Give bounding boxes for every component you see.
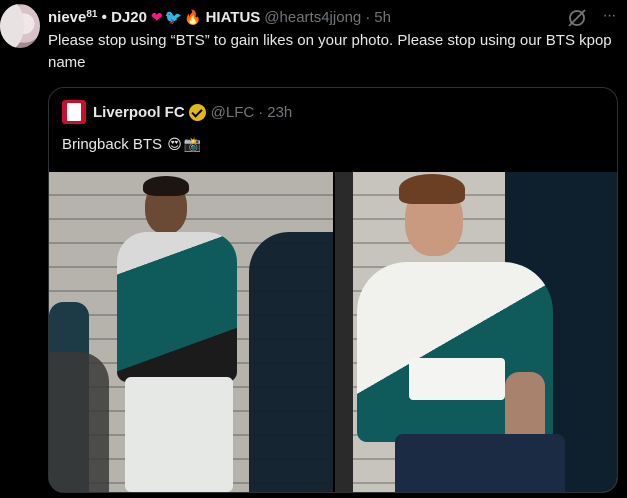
hiatus-label: HIATUS xyxy=(205,8,261,26)
quote-header: Liverpool FC @LFC · 23h xyxy=(62,100,292,124)
heart-eyes-icon: 😍 xyxy=(167,136,182,152)
player-jacket xyxy=(117,232,237,382)
verified-badge-icon xyxy=(188,103,206,121)
camera-flash-icon: 📸 xyxy=(183,136,202,152)
tweet-time[interactable]: 5h xyxy=(374,9,391,26)
tweet-text: Please stop using “BTS” to gain likes on… xyxy=(48,32,612,71)
tweet-header: nieve81 • DJ20 ❤ 🐦 🔥 HIATUS @hearts4jjon… xyxy=(48,7,627,27)
quote-author-name[interactable]: Liverpool FC xyxy=(93,104,185,121)
quote-author-handle[interactable]: @LFC xyxy=(211,104,255,121)
player-trousers xyxy=(125,377,233,492)
foreground-blur-left xyxy=(49,352,109,492)
lfc-logo-icon[interactable] xyxy=(62,100,86,124)
quote-text-body: Bringback BTS xyxy=(62,136,163,153)
player-trousers xyxy=(395,434,565,492)
author-name[interactable]: nieve81 • DJ20 xyxy=(48,9,147,26)
quote-time[interactable]: 23h xyxy=(267,104,292,121)
quoted-tweet[interactable]: Liverpool FC @LFC · 23h Bringback BTS 😍 📸 xyxy=(48,87,618,493)
photo-left[interactable] xyxy=(49,172,333,492)
player-hair xyxy=(399,174,465,204)
red-heart-icon: ❤ xyxy=(150,8,163,25)
fire-icon: 🔥 xyxy=(184,8,202,25)
left-blur-edge xyxy=(335,172,353,492)
photo-right[interactable] xyxy=(335,172,617,492)
sponsor-panel xyxy=(409,358,505,400)
player-hair xyxy=(143,176,189,196)
quote-text: Bringback BTS 😍 📸 xyxy=(62,133,202,156)
dot-separator: · xyxy=(365,8,371,26)
bird-icon: 🐦 xyxy=(164,8,183,25)
dot-separator: · xyxy=(258,103,264,121)
more-icon[interactable]: ··· xyxy=(598,5,620,27)
author-avatar[interactable] xyxy=(0,4,40,48)
author-handle[interactable]: @hearts4jjong xyxy=(264,9,361,26)
foreground-blur-right xyxy=(249,232,333,492)
grok-icon[interactable] xyxy=(566,7,588,29)
